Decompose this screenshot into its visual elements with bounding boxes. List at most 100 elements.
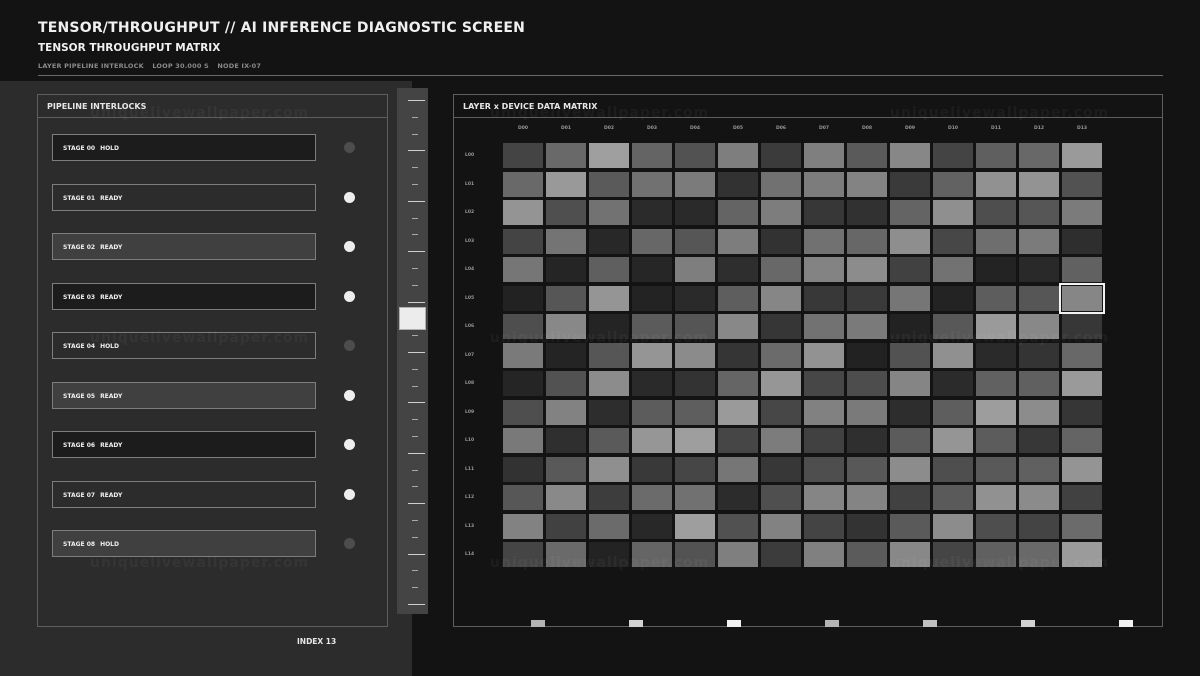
matrix-cell[interactable] bbox=[847, 371, 887, 396]
matrix-cell[interactable] bbox=[589, 485, 629, 510]
matrix-cell[interactable] bbox=[718, 228, 758, 254]
matrix-cell[interactable] bbox=[761, 399, 801, 425]
matrix-cell[interactable] bbox=[761, 485, 801, 510]
matrix-cell[interactable] bbox=[589, 428, 629, 453]
matrix-cell[interactable] bbox=[1062, 228, 1102, 254]
matrix-cell[interactable] bbox=[933, 200, 973, 225]
matrix-cell[interactable] bbox=[804, 228, 844, 254]
matrix-cell[interactable] bbox=[1062, 143, 1102, 168]
matrix-cell[interactable] bbox=[933, 342, 973, 368]
matrix-cell[interactable] bbox=[761, 456, 801, 482]
matrix-cell[interactable] bbox=[1062, 200, 1102, 225]
matrix-cell[interactable] bbox=[1019, 228, 1059, 254]
matrix-cell[interactable] bbox=[761, 314, 801, 339]
matrix-cell[interactable] bbox=[718, 314, 758, 339]
matrix-cell[interactable] bbox=[1062, 171, 1102, 197]
matrix-cell[interactable] bbox=[847, 513, 887, 539]
matrix-cell[interactable] bbox=[890, 200, 930, 225]
matrix-cell[interactable] bbox=[503, 200, 543, 225]
matrix-cell[interactable] bbox=[890, 228, 930, 254]
matrix-cell[interactable] bbox=[761, 371, 801, 396]
matrix-cell[interactable] bbox=[675, 371, 715, 396]
matrix-cell[interactable] bbox=[503, 399, 543, 425]
matrix-cell[interactable] bbox=[718, 456, 758, 482]
matrix-cell[interactable] bbox=[761, 257, 801, 282]
matrix-cell[interactable] bbox=[546, 371, 586, 396]
matrix-cell[interactable] bbox=[761, 200, 801, 225]
matrix-cell[interactable] bbox=[546, 143, 586, 168]
matrix-cell[interactable] bbox=[933, 456, 973, 482]
matrix-cell[interactable] bbox=[675, 200, 715, 225]
matrix-cell[interactable] bbox=[847, 399, 887, 425]
matrix-cell[interactable] bbox=[632, 399, 672, 425]
matrix-cell[interactable] bbox=[632, 200, 672, 225]
matrix-cell[interactable] bbox=[890, 428, 930, 453]
matrix-cell[interactable] bbox=[503, 371, 543, 396]
matrix-cell[interactable] bbox=[1019, 428, 1059, 453]
stage-item[interactable]: STAGE 06 READY bbox=[52, 431, 316, 458]
matrix-cell[interactable] bbox=[804, 456, 844, 482]
matrix-cell[interactable] bbox=[890, 257, 930, 282]
matrix-cell[interactable] bbox=[933, 399, 973, 425]
matrix-cell[interactable] bbox=[546, 171, 586, 197]
matrix-cell[interactable] bbox=[546, 200, 586, 225]
matrix-cell[interactable] bbox=[1062, 371, 1102, 396]
matrix-cell[interactable] bbox=[632, 485, 672, 510]
matrix-cell[interactable] bbox=[804, 143, 844, 168]
matrix-cell[interactable] bbox=[761, 143, 801, 168]
matrix-cell[interactable] bbox=[718, 143, 758, 168]
matrix-cell[interactable] bbox=[632, 342, 672, 368]
matrix-cell[interactable] bbox=[503, 228, 543, 254]
matrix-cell[interactable] bbox=[546, 285, 586, 311]
matrix-cell[interactable] bbox=[632, 456, 672, 482]
matrix-cell[interactable] bbox=[589, 228, 629, 254]
matrix-cell[interactable] bbox=[804, 257, 844, 282]
matrix-cell[interactable] bbox=[718, 485, 758, 510]
matrix-cell[interactable] bbox=[503, 285, 543, 311]
matrix-cell[interactable] bbox=[933, 228, 973, 254]
matrix-cell[interactable] bbox=[632, 285, 672, 311]
stage-item[interactable]: STAGE 05 READY bbox=[52, 381, 316, 409]
matrix-cell[interactable] bbox=[632, 171, 672, 197]
matrix-cell[interactable] bbox=[1062, 399, 1102, 425]
matrix-cell[interactable] bbox=[503, 456, 543, 482]
matrix-cell[interactable] bbox=[718, 200, 758, 225]
matrix-cell[interactable] bbox=[847, 542, 887, 567]
matrix-cell[interactable] bbox=[546, 257, 586, 282]
matrix-cell[interactable] bbox=[1062, 428, 1102, 453]
matrix-cell[interactable] bbox=[804, 428, 844, 453]
matrix-cell[interactable] bbox=[847, 200, 887, 225]
matrix-cell[interactable] bbox=[976, 228, 1016, 254]
matrix-cell[interactable] bbox=[1019, 485, 1059, 510]
matrix-cell[interactable] bbox=[847, 428, 887, 453]
matrix-cell[interactable] bbox=[761, 513, 801, 539]
stage-item[interactable]: STAGE 03 READY bbox=[52, 282, 316, 310]
matrix-cell[interactable] bbox=[847, 342, 887, 368]
matrix-cell[interactable] bbox=[675, 342, 715, 368]
matrix-cell[interactable] bbox=[503, 143, 543, 168]
matrix-cell[interactable] bbox=[675, 399, 715, 425]
matrix-cell[interactable] bbox=[1019, 371, 1059, 396]
matrix-cell[interactable] bbox=[675, 257, 715, 282]
matrix-cell[interactable] bbox=[503, 513, 543, 539]
matrix-cell[interactable] bbox=[890, 285, 930, 311]
matrix-cell[interactable] bbox=[589, 171, 629, 197]
matrix-cell[interactable] bbox=[675, 285, 715, 311]
matrix-cell[interactable] bbox=[589, 371, 629, 396]
matrix-cell[interactable] bbox=[1019, 456, 1059, 482]
matrix-cell[interactable] bbox=[761, 285, 801, 311]
matrix-cell[interactable] bbox=[1019, 257, 1059, 282]
matrix-cell[interactable] bbox=[976, 171, 1016, 197]
matrix-cell[interactable] bbox=[675, 171, 715, 197]
stage-item[interactable]: STAGE 07 READY bbox=[52, 480, 316, 508]
matrix-cell[interactable] bbox=[675, 428, 715, 453]
matrix-cell[interactable] bbox=[1062, 342, 1102, 368]
matrix-cell[interactable] bbox=[546, 513, 586, 539]
matrix-cell[interactable] bbox=[761, 428, 801, 453]
matrix-cell[interactable] bbox=[976, 143, 1016, 168]
matrix-cell[interactable] bbox=[503, 257, 543, 282]
matrix-cell[interactable] bbox=[890, 399, 930, 425]
matrix-cell[interactable] bbox=[503, 171, 543, 197]
matrix-cell[interactable] bbox=[976, 285, 1016, 311]
matrix-cell[interactable] bbox=[718, 342, 758, 368]
